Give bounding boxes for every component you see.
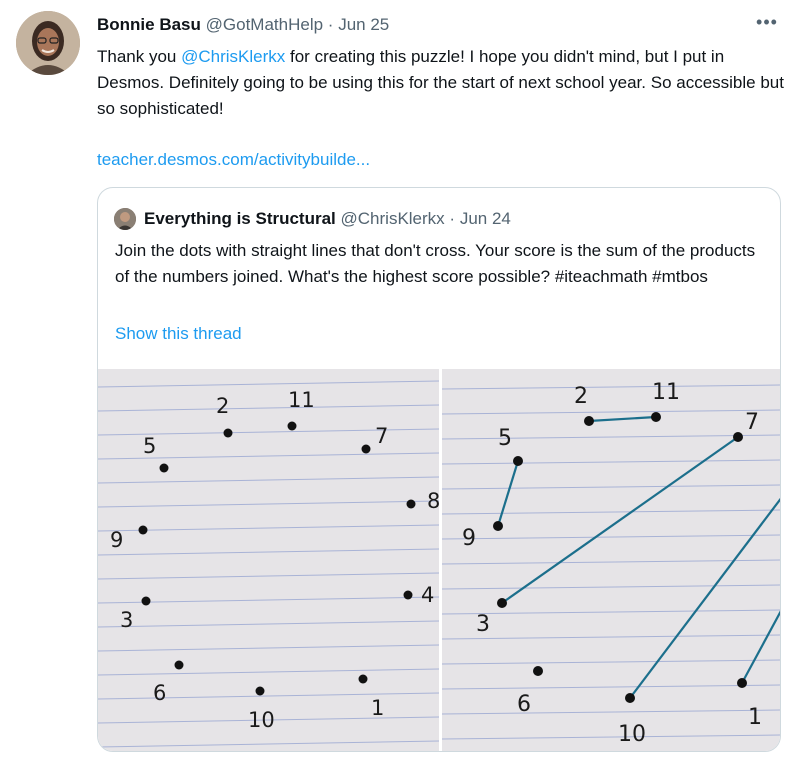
label-11: 11 xyxy=(652,380,680,405)
quoted-author-handle[interactable]: @ChrisKlerkx xyxy=(341,209,445,228)
photo-grid: 2 11 5 7 8 9 3 4 6 10 1 xyxy=(98,369,780,751)
separator-dot: · xyxy=(327,15,334,34)
label-5: 5 xyxy=(143,434,156,458)
label-11: 11 xyxy=(288,388,315,412)
author-name[interactable]: Bonnie Basu xyxy=(97,15,201,34)
author-avatar[interactable] xyxy=(16,11,80,75)
label-2: 2 xyxy=(216,394,229,418)
label-6: 6 xyxy=(517,692,531,717)
tweet-date[interactable]: Jun 25 xyxy=(338,15,389,34)
label-2: 2 xyxy=(574,384,588,409)
label-1: 1 xyxy=(371,696,384,720)
label-9: 9 xyxy=(110,528,123,552)
tweet[interactable]: Bonnie Basu @GotMathHelp · Jun 25 ••• Th… xyxy=(0,0,800,767)
tweet-text-start: Thank you xyxy=(97,47,182,66)
quoted-text: Join the dots with straight lines that d… xyxy=(115,241,756,286)
quoted-author-avatar[interactable] xyxy=(114,208,136,230)
label-7: 7 xyxy=(745,410,759,435)
mention-link[interactable]: @ChrisKlerkx xyxy=(181,47,285,66)
tweet-text: Thank you @ChrisKlerkx for creating this… xyxy=(97,44,787,122)
label-9: 9 xyxy=(462,526,476,551)
label-10: 10 xyxy=(618,722,646,747)
label-4: 4 xyxy=(421,583,434,607)
quoted-tweet[interactable]: Everything is Structural @ChrisKlerkx · … xyxy=(97,187,781,752)
tweet-header: Bonnie Basu @GotMathHelp · Jun 25 xyxy=(97,14,389,36)
label-1: 1 xyxy=(748,705,762,730)
label-3: 3 xyxy=(476,612,490,637)
label-5: 5 xyxy=(498,426,512,451)
author-handle[interactable]: @GotMathHelp xyxy=(206,15,323,34)
show-thread-link[interactable]: Show this thread xyxy=(115,323,242,345)
more-options-icon[interactable]: ••• xyxy=(752,12,782,36)
quoted-date[interactable]: Jun 24 xyxy=(460,209,511,228)
puzzle-photo-right[interactable]: 2 11 5 7 9 3 6 10 1 xyxy=(442,369,780,751)
label-8: 8 xyxy=(427,489,439,513)
desmos-link[interactable]: teacher.desmos.com/activitybuilde... xyxy=(97,149,370,171)
puzzle-photo-left[interactable]: 2 11 5 7 8 9 3 4 6 10 1 xyxy=(98,369,439,751)
label-7: 7 xyxy=(375,424,388,448)
quoted-header: Everything is Structural @ChrisKlerkx · … xyxy=(144,208,511,230)
label-6: 6 xyxy=(153,681,166,705)
quoted-separator-dot: · xyxy=(449,209,456,228)
label-10: 10 xyxy=(248,708,275,732)
quoted-author-name[interactable]: Everything is Structural xyxy=(144,209,336,228)
label-3: 3 xyxy=(120,608,133,632)
